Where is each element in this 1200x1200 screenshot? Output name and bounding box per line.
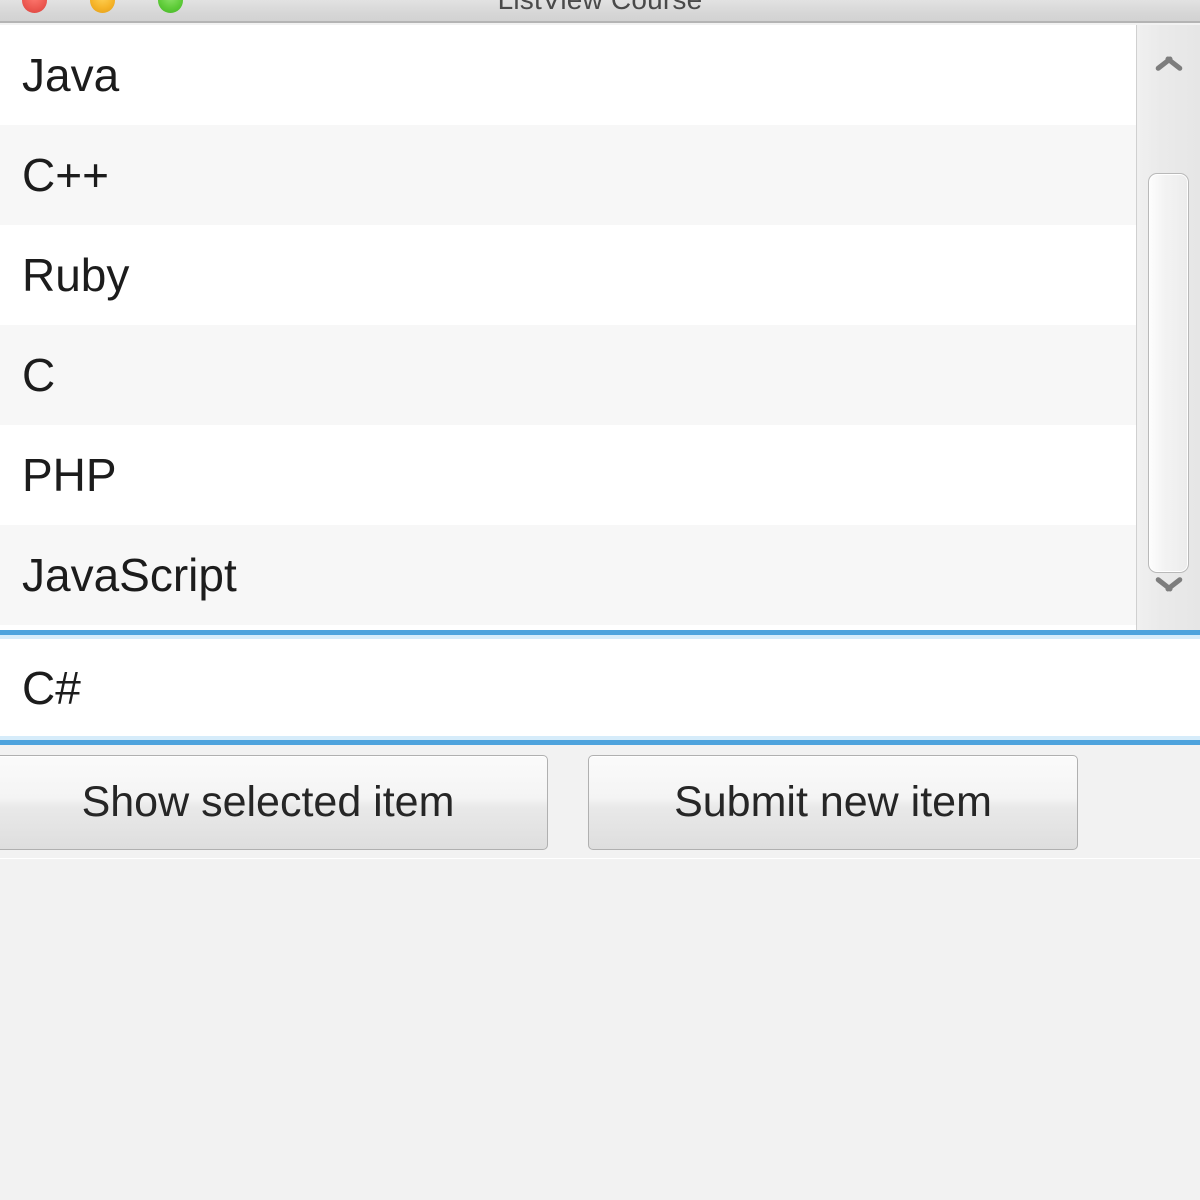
listview-rows: Java C++ Ruby C PHP JavaScript (0, 25, 1136, 625)
window-body (0, 858, 1200, 1200)
show-selected-item-button[interactable]: Show selected item (0, 755, 548, 850)
listview[interactable]: Java C++ Ruby C PHP JavaScript (0, 25, 1200, 630)
title-bar: ListView Course (0, 0, 1200, 23)
scroll-down-button[interactable] (1137, 564, 1200, 624)
app-window: ListView Course Java C++ Ruby C PHP Java… (0, 0, 1200, 1200)
list-item[interactable]: Java (0, 25, 1136, 125)
window-title: ListView Course (0, 0, 1200, 16)
chevron-down-icon (1152, 584, 1186, 604)
submit-new-item-button[interactable]: Submit new item (588, 755, 1078, 850)
button-row: Show selected item Submit new item (0, 755, 1200, 855)
new-item-input[interactable] (0, 639, 1200, 736)
list-item[interactable]: PHP (0, 425, 1136, 525)
list-item[interactable]: C++ (0, 125, 1136, 225)
list-item[interactable]: C (0, 325, 1136, 425)
vertical-scrollbar[interactable] (1136, 25, 1200, 630)
list-item[interactable]: JavaScript (0, 525, 1136, 625)
chevron-up-icon (1152, 51, 1186, 71)
scrollbar-thumb[interactable] (1148, 173, 1189, 573)
scroll-up-button[interactable] (1137, 31, 1200, 91)
new-item-input-wrapper (0, 630, 1200, 745)
list-item[interactable]: Ruby (0, 225, 1136, 325)
